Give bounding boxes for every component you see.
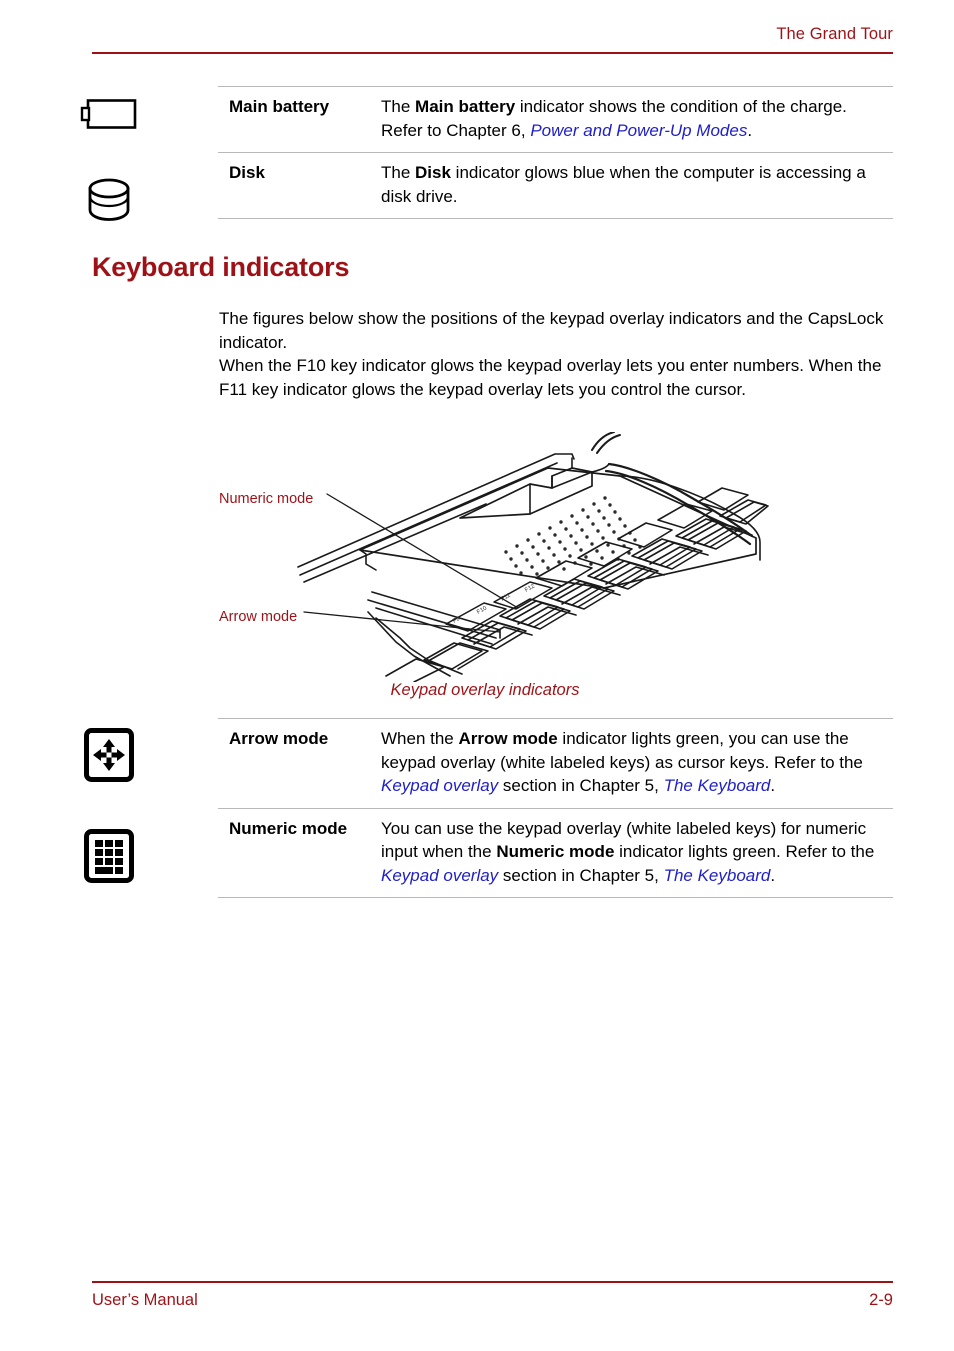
figure-keypad-overlay-indicators: F11 F12 F9 F10 Numeric mode Arrow mode K… (200, 432, 770, 707)
figure-caption: Keypad overlay indicators (390, 681, 580, 699)
numeric-mode-icon (0, 829, 218, 883)
indicator-term: Main battery (229, 97, 330, 116)
table-row: Numeric mode You can use the keypad over… (218, 807, 893, 898)
link-the-keyboard[interactable]: The Keyboard (664, 866, 771, 885)
figure-label-numeric-mode: Numeric mode (219, 491, 314, 507)
header-rule (92, 52, 893, 54)
emphasis-main-battery: Main battery (415, 97, 516, 116)
table-row: Main battery The Main battery indicator … (218, 86, 893, 152)
indicator-description: The Main battery indicator shows the con… (381, 97, 847, 140)
indicator-term: Numeric mode (229, 818, 348, 838)
footer-manual-label: User’s Manual (92, 1291, 198, 1309)
footer-rule (92, 1281, 893, 1283)
document-page: The Grand Tour Main battery The Main bat… (0, 0, 954, 1351)
indicator-description: When the Arrow mode indicator lights gre… (381, 729, 863, 795)
emphasis-numeric-mode: Numeric mode (496, 842, 615, 861)
arrow-mode-icon (0, 728, 218, 782)
emphasis-disk: Disk (415, 163, 451, 182)
footer-page-number: 2-9 (869, 1291, 893, 1309)
indicator-description: You can use the keypad overlay (white la… (381, 818, 875, 885)
link-keypad-overlay[interactable]: Keypad overlay (381, 866, 498, 885)
link-the-keyboard[interactable]: The Keyboard (664, 776, 771, 795)
battery-icon (0, 97, 218, 131)
indicator-description: The Disk indicator glows blue when the c… (381, 163, 866, 206)
header-title: The Grand Tour (776, 25, 893, 43)
paragraph: The figures below show the positions of … (219, 309, 884, 352)
page-header: The Grand Tour (92, 24, 893, 54)
indicator-table-top: Main battery The Main battery indicator … (218, 86, 893, 219)
page-title: Keyboard indicators (92, 252, 350, 282)
page-footer: User’s Manual 2-9 (92, 1281, 893, 1310)
indicator-term: Arrow mode (229, 729, 329, 748)
figure-label-arrow-mode: Arrow mode (219, 609, 298, 625)
paragraph: When the F10 key indicator glows the key… (219, 356, 882, 399)
table-row: Arrow mode When the Arrow mode indicator… (218, 718, 893, 808)
indicator-table-bottom: Arrow mode When the Arrow mode indicator… (218, 718, 893, 898)
svg-text:F9: F9 (452, 616, 462, 625)
disk-icon (0, 178, 218, 222)
emphasis-arrow-mode: Arrow mode (458, 729, 558, 748)
section-body: The figures below show the positions of … (219, 307, 891, 401)
table-row: Disk The Disk indicator glows blue when … (218, 152, 893, 219)
laptop-line-drawing: F11 F12 F9 F10 (297, 432, 769, 682)
link-power-and-power-up-modes[interactable]: Power and Power-Up Modes (530, 121, 747, 140)
link-keypad-overlay[interactable]: Keypad overlay (381, 776, 498, 795)
indicator-term: Disk (229, 163, 265, 182)
